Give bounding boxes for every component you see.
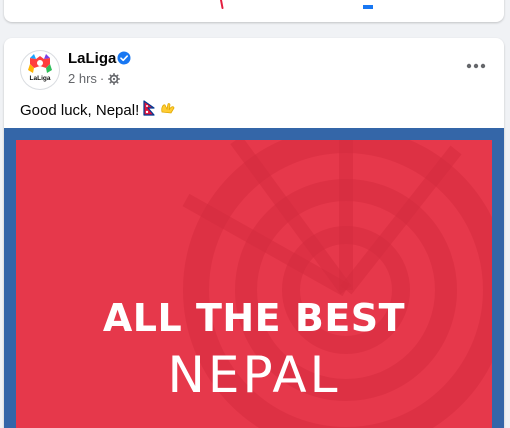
post-meta: 2 hrs · <box>68 71 121 86</box>
reaction-icon[interactable] <box>215 0 231 12</box>
post-image[interactable]: ALL THE BEST NEPAL <box>4 128 504 428</box>
post-message: Good luck, Nepal! <box>20 101 140 119</box>
meta-separator: · <box>99 71 105 86</box>
avatar[interactable]: LaLiga <box>20 50 60 90</box>
nepal-flag-icon <box>143 100 156 120</box>
verified-badge-icon <box>117 51 131 65</box>
author-name[interactable]: LaLiga <box>68 50 116 67</box>
raised-hands-icon <box>160 101 176 119</box>
gear-icon[interactable] <box>108 72 121 85</box>
more-options-icon[interactable] <box>462 56 490 76</box>
previous-post-card <box>4 0 504 22</box>
post-card: LaLiga LaLiga 2 hrs · Good luck, Nepal! … <box>4 38 504 428</box>
image-headline: ALL THE BEST <box>102 296 406 340</box>
post-text: Good luck, Nepal! <box>20 100 176 120</box>
svg-text:LaLiga: LaLiga <box>30 75 51 82</box>
share-icon[interactable] <box>360 0 376 12</box>
post-time[interactable]: 2 hrs <box>68 71 97 86</box>
image-subline: NEPAL <box>167 346 341 404</box>
